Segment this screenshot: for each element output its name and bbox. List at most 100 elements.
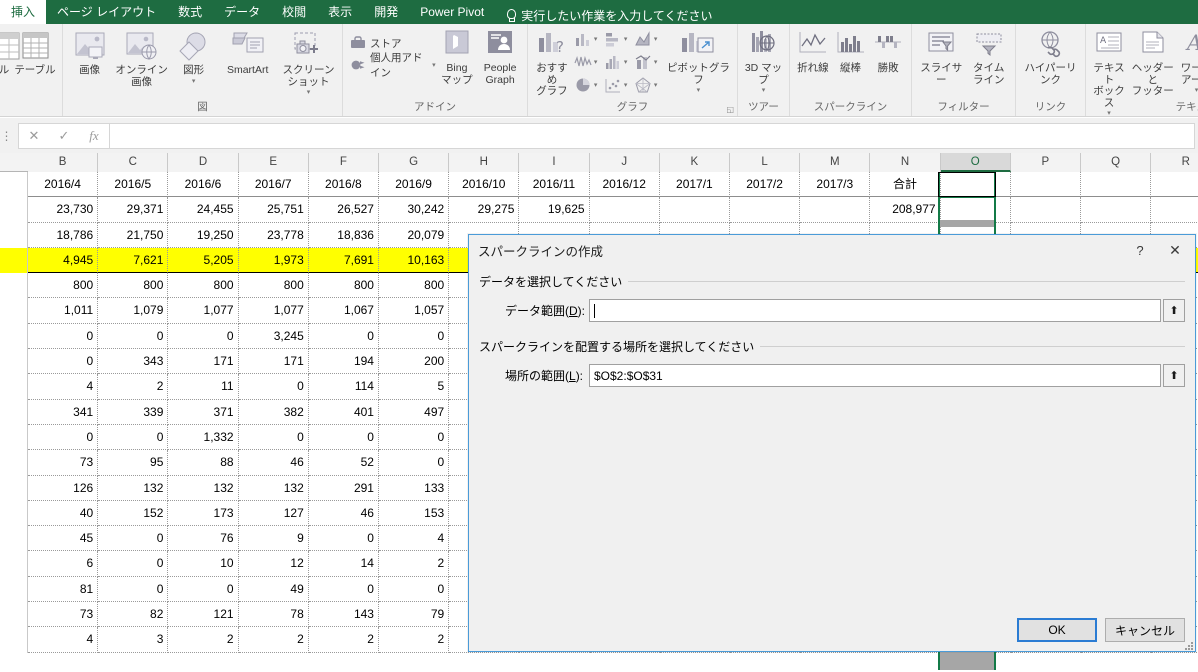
grid-cell-D19[interactable]: 2 <box>168 627 239 653</box>
grid-cell-F1[interactable]: 2016/8 <box>308 172 379 198</box>
grid-cell-B4[interactable]: 4,945 <box>28 247 99 274</box>
wordart-button[interactable]: A ワード アート ▾ <box>1178 27 1198 94</box>
grid-cell-F6[interactable]: 1,067 <box>308 298 379 324</box>
column-header-e[interactable]: E <box>238 153 309 172</box>
row-gutter[interactable] <box>0 197 28 223</box>
column-header-q[interactable]: Q <box>1081 153 1152 172</box>
grid-cell-C10[interactable]: 339 <box>98 399 169 425</box>
grid-cell-C8[interactable]: 343 <box>98 349 169 375</box>
column-header-g[interactable]: G <box>379 153 450 172</box>
row-gutter[interactable] <box>0 172 28 198</box>
scatter-chart-button[interactable]: ▾ <box>603 76 633 94</box>
grid-cell-C7[interactable]: 0 <box>98 323 169 350</box>
cancel-button[interactable]: キャンセル <box>1105 618 1185 642</box>
grid-cell-E12[interactable]: 46 <box>238 450 309 476</box>
3d-map-button[interactable]: 3D マッ プ ▾ <box>743 27 784 94</box>
grid-cell-M1[interactable]: 2017/3 <box>800 172 871 198</box>
grid-cell-E1[interactable]: 2016/7 <box>238 172 309 198</box>
chevron-down-icon[interactable]: ▾ <box>654 59 658 66</box>
cancel-icon[interactable]: ✕ <box>19 124 49 148</box>
grid-cell-G4[interactable]: 10,163 <box>379 247 450 274</box>
online-pictures-button[interactable]: オンライン 画像 <box>113 27 170 88</box>
column-chart-button[interactable]: ▾ <box>573 30 603 48</box>
collapse-dialog-icon[interactable]: ⬆ <box>1163 299 1185 322</box>
grid-cell-F18[interactable]: 143 <box>308 602 379 628</box>
column-header-p[interactable]: P <box>1010 153 1081 172</box>
grid-cell-B2[interactable]: 23,730 <box>28 197 99 223</box>
grid-cell-G18[interactable]: 79 <box>379 602 450 628</box>
row-gutter[interactable] <box>0 222 28 248</box>
smartart-button[interactable]: SmartArt <box>217 27 278 77</box>
header-footer-button[interactable]: ヘッダーと フッター <box>1129 27 1176 98</box>
row-gutter[interactable] <box>0 298 28 324</box>
sparkline-winloss-button[interactable]: 勝敗 <box>870 27 906 75</box>
area-chart-button[interactable]: ▾ <box>633 30 663 48</box>
grid-cell-F13[interactable]: 291 <box>308 475 379 501</box>
screenshot-button[interactable]: スクリーン ショット ▾ <box>280 27 337 96</box>
grid-cell-D4[interactable]: 5,205 <box>168 247 239 274</box>
grid-cell-E15[interactable]: 9 <box>238 526 309 552</box>
grid-cell-B5[interactable]: 800 <box>28 273 99 299</box>
column-header-i[interactable]: I <box>519 153 590 172</box>
tab-page-layout[interactable]: ページ レイアウト <box>46 0 167 24</box>
chevron-down-icon[interactable]: ▾ <box>654 82 658 89</box>
grid-cell-E16[interactable]: 12 <box>238 551 309 577</box>
grid-cell-D11[interactable]: 1,332 <box>168 424 239 451</box>
grid-cell-G19[interactable]: 2 <box>379 627 450 653</box>
grid-cell-N2[interactable]: 208,977 <box>870 197 941 223</box>
pictures-button[interactable]: 画像 <box>68 27 111 77</box>
bing-maps-button[interactable]: Bing マップ <box>438 27 477 86</box>
grid-cell-G7[interactable]: 0 <box>379 323 450 350</box>
waterfall-chart-button[interactable]: ▾ <box>573 53 603 71</box>
grid-cell-F10[interactable]: 401 <box>308 399 379 425</box>
grid-cell-E4[interactable]: 1,973 <box>238 247 309 274</box>
grid-cell-B7[interactable]: 0 <box>28 323 99 350</box>
recommended-charts-button[interactable]: ? おすすめ グラフ <box>533 27 571 98</box>
grid-cell-D18[interactable]: 121 <box>168 602 239 628</box>
column-header-l[interactable]: L <box>730 153 801 172</box>
grid-cell-C1[interactable]: 2016/5 <box>98 172 169 198</box>
grid-cell-O2[interactable] <box>940 197 1011 223</box>
name-box[interactable]: ⋮ <box>0 122 14 150</box>
chevron-down-icon[interactable]: ▾ <box>624 59 628 66</box>
grid-cell-C16[interactable]: 0 <box>98 551 169 577</box>
grid-cell-B17[interactable]: 81 <box>28 576 99 603</box>
tell-me-box[interactable]: 実行したい作業を入力してください <box>495 7 713 24</box>
chevron-down-icon[interactable]: ▾ <box>762 87 766 94</box>
grid-cell-P2[interactable] <box>1010 197 1081 223</box>
grid-cell-H2[interactable]: 29,275 <box>449 197 520 223</box>
row-gutter[interactable] <box>0 399 28 425</box>
grid-cell-E13[interactable]: 132 <box>238 475 309 501</box>
grid-cell-B15[interactable]: 45 <box>28 526 99 552</box>
row-gutter[interactable] <box>0 374 28 400</box>
grid-cell-G13[interactable]: 133 <box>379 475 450 501</box>
histogram-button[interactable]: ▾ <box>603 53 633 71</box>
grid-cell-F3[interactable]: 18,836 <box>308 222 379 248</box>
row-gutter[interactable] <box>0 323 28 350</box>
grid-cell-F15[interactable]: 0 <box>308 526 379 552</box>
chevron-down-icon[interactable]: ▾ <box>594 82 598 89</box>
my-addins-button[interactable]: 個人用アドイン ▾ <box>348 52 436 79</box>
grid-cell-E14[interactable]: 127 <box>238 500 309 527</box>
grid-cell-J1[interactable]: 2016/12 <box>589 172 660 198</box>
row-gutter[interactable] <box>0 475 28 501</box>
tab-developer[interactable]: 開発 <box>363 0 409 24</box>
grid-cell-C14[interactable]: 152 <box>98 500 169 527</box>
row-gutter[interactable] <box>0 273 28 299</box>
grid-cell-B19[interactable]: 4 <box>28 627 99 653</box>
grid-cell-D17[interactable]: 0 <box>168 576 239 603</box>
grid-cell-E18[interactable]: 78 <box>238 602 309 628</box>
grid-cell-F17[interactable]: 0 <box>308 576 379 603</box>
tab-power-pivot[interactable]: Power Pivot <box>409 0 495 24</box>
row-gutter[interactable] <box>0 500 28 527</box>
row-gutter[interactable] <box>0 349 28 375</box>
column-header-b[interactable]: B <box>28 153 99 172</box>
grid-cell-K1[interactable]: 2017/1 <box>659 172 730 198</box>
grid-cell-D14[interactable]: 173 <box>168 500 239 527</box>
row-gutter[interactable] <box>0 627 28 653</box>
chevron-down-icon[interactable]: ▾ <box>624 82 628 89</box>
grid-cell-E7[interactable]: 3,245 <box>238 323 309 350</box>
grid-cell-E2[interactable]: 25,751 <box>238 197 309 223</box>
grid-cell-F2[interactable]: 26,527 <box>308 197 379 223</box>
grid-cell-G2[interactable]: 30,242 <box>379 197 450 223</box>
